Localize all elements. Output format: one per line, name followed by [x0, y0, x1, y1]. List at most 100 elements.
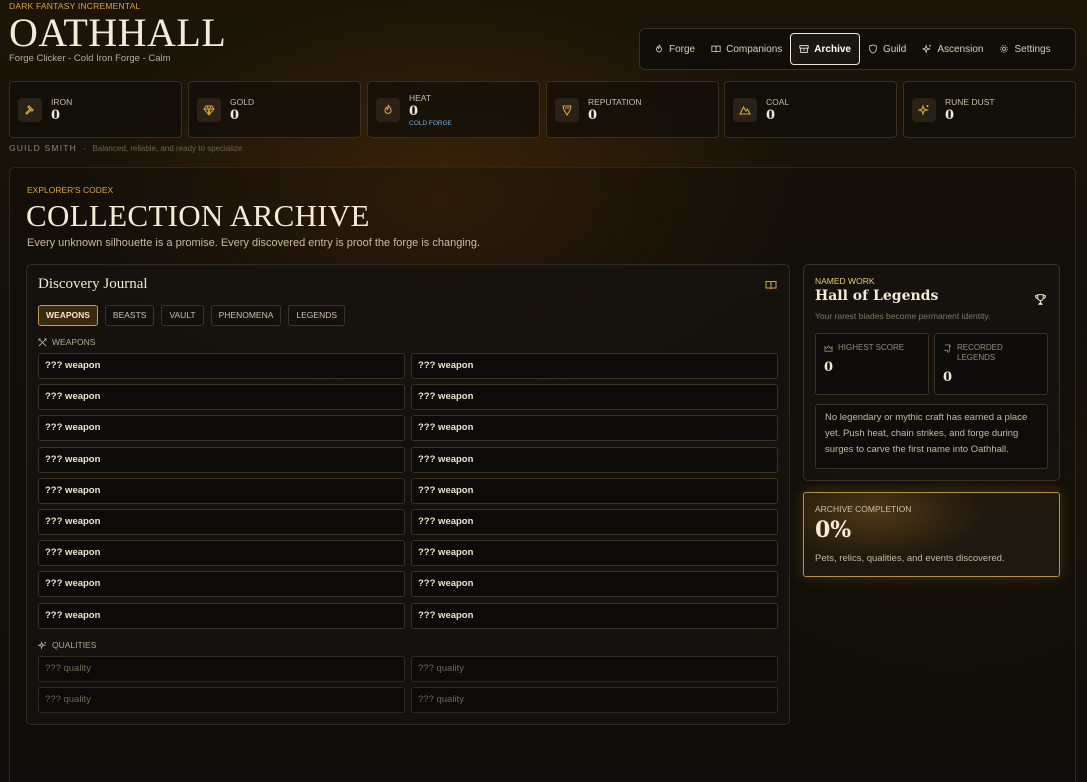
- quality-entry[interactable]: ??? quality: [38, 656, 405, 682]
- nav-companions[interactable]: Companions: [703, 33, 790, 65]
- shield-icon: [869, 44, 877, 54]
- qualities-grid: ??? quality??? quality??? quality??? qua…: [38, 656, 779, 713]
- gem-icon: [203, 105, 215, 116]
- weapon-entry[interactable]: ??? weapon: [411, 571, 778, 598]
- resource-label: Heat: [409, 92, 432, 103]
- tab-beasts[interactable]: Beasts: [104, 305, 155, 326]
- resource-gold: Gold 0: [188, 81, 361, 138]
- resource-value: 0: [588, 107, 598, 123]
- archive-panel: Explorer's Codex COLLECTION ARCHIVE Ever…: [9, 167, 1076, 782]
- weapon-entry[interactable]: ??? weapon: [38, 415, 405, 442]
- quality-entry[interactable]: ??? quality: [411, 656, 778, 682]
- sparkles-icon: [38, 640, 47, 650]
- resource-value: 0: [51, 107, 61, 123]
- nav-archive-label: Archive: [814, 43, 851, 55]
- smith-separator: -: [83, 144, 87, 153]
- weapon-entry[interactable]: ??? weapon: [38, 571, 405, 598]
- resource-value: 0: [766, 107, 776, 123]
- nav-guild-label: Guild: [882, 43, 907, 55]
- tab-phenomena[interactable]: Phenomena: [210, 305, 282, 326]
- highest-score-label: Highest Score: [838, 343, 905, 352]
- weapon-entry[interactable]: ??? weapon: [411, 415, 778, 442]
- resource-label: Reputation: [588, 96, 642, 107]
- nav-settings[interactable]: Settings: [991, 33, 1058, 65]
- recorded-legends-label: Recorded Legends: [957, 343, 1003, 362]
- weapon-entry[interactable]: ??? weapon: [411, 508, 778, 535]
- smith-title: GUILD SMITH: [9, 143, 77, 153]
- badge-icon: [562, 104, 572, 116]
- nav-ascension[interactable]: Ascension: [914, 33, 991, 65]
- nav-archive[interactable]: Archive: [790, 33, 860, 65]
- weapon-entry[interactable]: ??? weapon: [411, 477, 778, 504]
- smith-class: GUILD SMITH - Balanced, reliable, and re…: [9, 143, 245, 153]
- weapon-entry[interactable]: ??? weapon: [411, 602, 778, 629]
- weapons-heading-label: Weapons: [52, 337, 96, 347]
- weapon-entry[interactable]: ??? weapon: [411, 446, 778, 473]
- weapon-entry[interactable]: ??? weapon: [411, 540, 778, 567]
- tab-vault[interactable]: Vault: [161, 305, 204, 326]
- nav-forge[interactable]: Forge: [646, 33, 703, 65]
- quality-entry[interactable]: ??? quality: [411, 687, 778, 713]
- resource-label: Rune Dust: [945, 96, 995, 107]
- nav-settings-label: Settings: [1014, 43, 1051, 55]
- highest-score-value: 0: [824, 360, 834, 375]
- qualities-heading: Qualities: [38, 640, 96, 650]
- recorded-legends-value: 0: [943, 370, 953, 385]
- weapon-entry[interactable]: ??? weapon: [38, 384, 405, 411]
- hall-subtitle: Your rarest blades become permanent iden…: [815, 311, 991, 321]
- resource-rune-dust: Rune Dust 0: [903, 81, 1076, 138]
- sparkles-icon: [922, 44, 932, 54]
- crossed-swords-icon: [38, 337, 47, 346]
- hammer-icon: [25, 104, 34, 115]
- weapon-entry[interactable]: ??? weapon: [38, 353, 405, 379]
- journal-tabs: Weapons Beasts Vault Phenomena Legends: [38, 305, 346, 326]
- hall-empty-note: No legendary or mythic craft has earned …: [815, 404, 1048, 469]
- weapon-entry[interactable]: ??? weapon: [38, 508, 405, 535]
- resource-label: Coal: [766, 96, 790, 107]
- resource-iron: Iron 0: [9, 81, 182, 138]
- resource-coal: Coal 0: [724, 81, 897, 138]
- nav-companions-label: Companions: [726, 43, 783, 55]
- qualities-heading-label: Qualities: [52, 640, 97, 650]
- resource-value: 0: [409, 103, 419, 119]
- discovery-journal: Discovery Journal Weapons Beasts Vault P…: [26, 264, 790, 725]
- nav-forge-label: Forge: [669, 43, 696, 55]
- page-title: COLLECTION ARCHIVE: [26, 198, 370, 233]
- nav-ascension-label: Ascension: [937, 43, 984, 55]
- hall-tag: Named Work: [815, 276, 875, 286]
- weapons-heading: Weapons: [38, 337, 95, 347]
- recorded-legends-stat: Recorded Legends 0: [934, 333, 1048, 395]
- resource-heat: Heat 0 Cold Forge: [367, 81, 540, 138]
- archive-completion: Archive Completion 0% Pets, relics, qual…: [803, 492, 1060, 577]
- tab-legends[interactable]: Legends: [288, 305, 346, 326]
- trophy-icon: [1035, 294, 1046, 305]
- weapon-entry[interactable]: ??? weapon: [411, 353, 778, 379]
- resource-value: 0: [230, 107, 240, 123]
- hall-title: Hall of Legends: [815, 288, 939, 304]
- resource-label: Iron: [51, 96, 73, 107]
- nav-guild[interactable]: Guild: [860, 33, 914, 65]
- weapon-entry[interactable]: ??? weapon: [411, 384, 778, 411]
- page-subtitle: Every unknown silhouette is a promise. E…: [27, 237, 481, 249]
- highest-score-stat: Highest Score 0: [815, 333, 929, 395]
- sparkles-icon: [918, 103, 929, 116]
- gear-icon: [1000, 45, 1009, 53]
- journal-title: Discovery Journal: [38, 276, 148, 292]
- scroll-icon: [943, 344, 951, 353]
- codex-tag: Explorer's Codex: [27, 185, 114, 195]
- tab-weapons[interactable]: Weapons: [38, 305, 98, 326]
- resource-value: 0: [945, 107, 955, 123]
- resource-label: Gold: [230, 96, 255, 107]
- resource-reputation: Reputation 0: [546, 81, 719, 138]
- crown-icon: [824, 345, 833, 352]
- quality-entry[interactable]: ??? quality: [38, 687, 405, 713]
- heat-status: Cold Forge: [409, 119, 452, 127]
- completion-tag: Archive Completion: [815, 504, 912, 514]
- weapon-entry[interactable]: ??? weapon: [38, 477, 405, 504]
- weapon-entry[interactable]: ??? weapon: [38, 446, 405, 473]
- brand: Dark Fantasy Incremental OATHHALL Forge …: [9, 1, 226, 64]
- completion-value: 0%: [815, 517, 852, 543]
- archive-icon: [799, 45, 809, 53]
- weapon-entry[interactable]: ??? weapon: [38, 602, 405, 629]
- weapon-entry[interactable]: ??? weapon: [38, 540, 405, 567]
